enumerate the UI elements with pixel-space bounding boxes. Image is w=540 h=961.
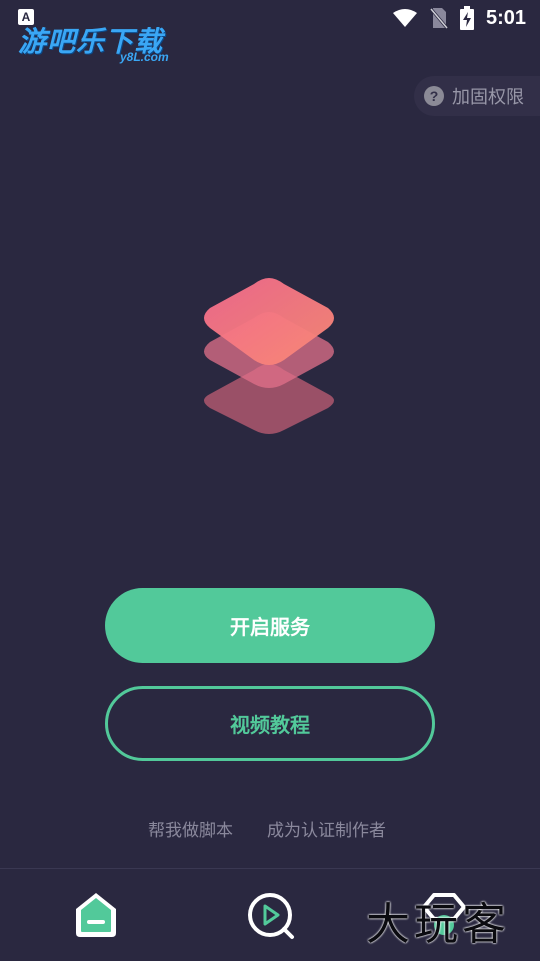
start-service-button[interactable]: 开启服务 (105, 588, 435, 663)
nav-video[interactable] (244, 889, 296, 941)
nav-home[interactable] (70, 889, 122, 941)
battery-charging-icon (459, 6, 474, 30)
become-certified-author-link[interactable]: 成为认证制作者 (267, 816, 386, 841)
watermark-brand-sub: y8L.com (120, 50, 169, 64)
help-icon: ? (424, 86, 444, 106)
video-play-icon (248, 893, 294, 939)
reinforce-permission-label: 加固权限 (452, 87, 524, 108)
video-tutorial-button[interactable]: 视频教程 (105, 686, 435, 761)
stacked-layers-icon (204, 278, 334, 434)
watermark-logo: 游吧乐下载 y8L.com (16, 20, 186, 66)
reinforce-permission-button[interactable]: ? 加固权限 (414, 76, 540, 116)
no-sim-icon (429, 8, 448, 29)
wifi-icon (392, 9, 417, 27)
status-icons: 5:01 (392, 6, 526, 30)
corner-watermark: 大玩客 (366, 899, 510, 950)
status-time: 5:01 (485, 6, 526, 29)
home-icon (76, 893, 116, 937)
help-make-script-link[interactable]: 帮我做脚本 (148, 816, 233, 841)
link-row: 帮我做脚本 成为认证制作者 (0, 816, 540, 842)
